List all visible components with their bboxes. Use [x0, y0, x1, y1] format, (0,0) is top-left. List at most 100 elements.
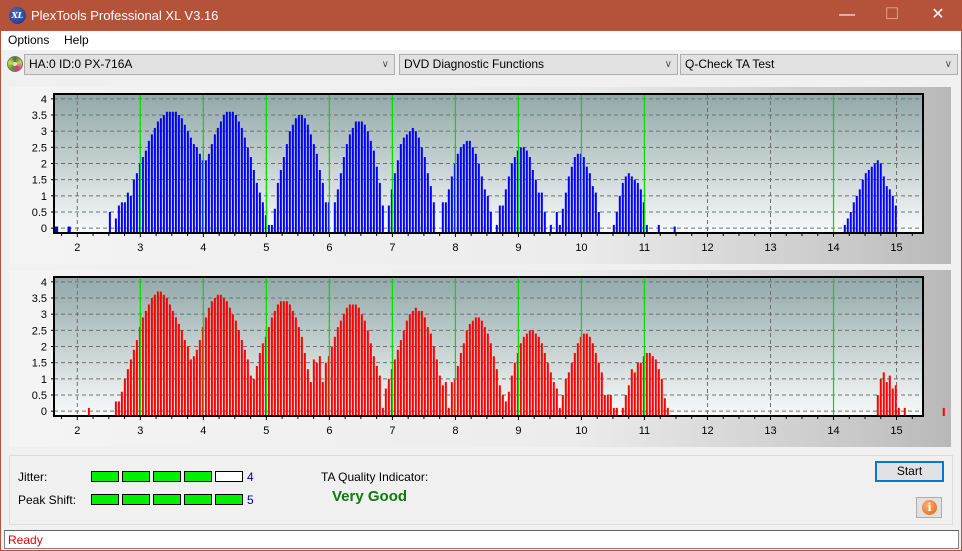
- x-tick-label: 2: [74, 242, 80, 254]
- bar: [204, 160, 207, 233]
- bar: [645, 224, 648, 233]
- bar: [354, 121, 357, 233]
- bar: [87, 407, 90, 416]
- bar: [159, 118, 162, 233]
- menu-options[interactable]: Options: [8, 33, 49, 47]
- bar: [525, 150, 528, 233]
- bar: [147, 140, 150, 233]
- bar: [180, 118, 183, 233]
- bar: [321, 182, 324, 233]
- bar: [612, 407, 615, 416]
- y-tick-label: 3: [41, 126, 47, 138]
- x-tick-label: 5: [263, 242, 269, 254]
- x-tick-label: 15: [890, 425, 902, 437]
- bar: [414, 307, 417, 416]
- start-button[interactable]: Start: [875, 461, 944, 482]
- bar: [498, 385, 501, 416]
- app-window: XL PlexTools Professional XL V3.16 — ☐ ✕…: [1, 0, 961, 550]
- bar: [468, 140, 471, 233]
- maximize-button[interactable]: ☐: [869, 0, 915, 31]
- y-tick-label: 4: [41, 277, 47, 289]
- bar: [879, 378, 882, 416]
- bar: [549, 224, 552, 233]
- bar: [282, 301, 285, 416]
- bar: [324, 202, 327, 233]
- chevron-down-icon: ∨: [664, 59, 672, 70]
- bar: [873, 163, 876, 233]
- bar: [885, 382, 888, 416]
- bar: [459, 352, 462, 416]
- y-tick-label: 2.5: [32, 325, 47, 337]
- bar: [588, 336, 591, 416]
- bar: [471, 320, 474, 416]
- bar: [540, 192, 543, 233]
- disc-drive-icon: [7, 56, 23, 72]
- info-icon: i: [922, 500, 937, 515]
- bar: [246, 359, 249, 416]
- y-tick-label: 3.5: [32, 110, 47, 122]
- bar: [543, 352, 546, 416]
- bar: [168, 111, 171, 233]
- minimize-button[interactable]: —: [824, 0, 870, 31]
- bar: [513, 362, 516, 416]
- y-tick-label: 0: [41, 406, 47, 418]
- bar: [336, 189, 339, 233]
- bar: [537, 192, 540, 233]
- test-select[interactable]: Q-Check TA Test ∨: [680, 54, 958, 75]
- bar: [597, 362, 600, 416]
- bar: [261, 202, 264, 233]
- x-tick-label: 12: [701, 425, 713, 437]
- bar: [156, 121, 159, 233]
- bar: [123, 202, 126, 233]
- bar: [462, 144, 465, 233]
- bar: [282, 157, 285, 233]
- bar: [348, 134, 351, 233]
- bar: [531, 169, 534, 233]
- bar: [456, 153, 459, 233]
- bar: [366, 330, 369, 416]
- bar: [594, 192, 597, 233]
- bar: [657, 369, 660, 416]
- bar: [489, 343, 492, 416]
- bar: [564, 378, 567, 416]
- bar: [858, 189, 861, 233]
- bar: [894, 385, 897, 416]
- bar: [447, 407, 450, 416]
- bar: [318, 169, 321, 233]
- bar: [870, 166, 873, 233]
- bar: [144, 310, 147, 416]
- bar: [339, 173, 342, 233]
- bar: [846, 218, 849, 233]
- bar: [297, 115, 300, 233]
- bar: [273, 310, 276, 416]
- chevron-down-icon: ∨: [944, 59, 952, 70]
- function-select[interactable]: DVD Diagnostic Functions ∨: [399, 54, 678, 75]
- bar: [342, 157, 345, 233]
- close-button[interactable]: ✕: [915, 0, 961, 31]
- bar: [447, 189, 450, 233]
- bar: [297, 327, 300, 416]
- bar: [228, 111, 231, 233]
- ta-quality-label: TA Quality Indicator:: [321, 470, 429, 484]
- bar: [942, 407, 945, 416]
- bar: [396, 349, 399, 416]
- bar: [633, 179, 636, 233]
- bar: [333, 336, 336, 416]
- bar: [651, 356, 654, 416]
- bar: [294, 317, 297, 416]
- bar: [444, 202, 447, 233]
- bar: [303, 352, 306, 416]
- bar: [372, 356, 375, 416]
- bar: [276, 182, 279, 233]
- drive-select[interactable]: HA:0 ID:0 PX-716A ∨: [24, 54, 395, 75]
- y-tick-label: 0.5: [32, 207, 47, 219]
- bar: [192, 144, 195, 233]
- bar: [549, 372, 552, 416]
- bar: [585, 166, 588, 233]
- bar: [591, 343, 594, 416]
- bar: [216, 294, 219, 416]
- bar: [165, 298, 168, 416]
- jitter-label: Jitter:: [18, 470, 48, 484]
- menu-help[interactable]: Help: [64, 33, 89, 47]
- info-button[interactable]: i: [916, 497, 942, 518]
